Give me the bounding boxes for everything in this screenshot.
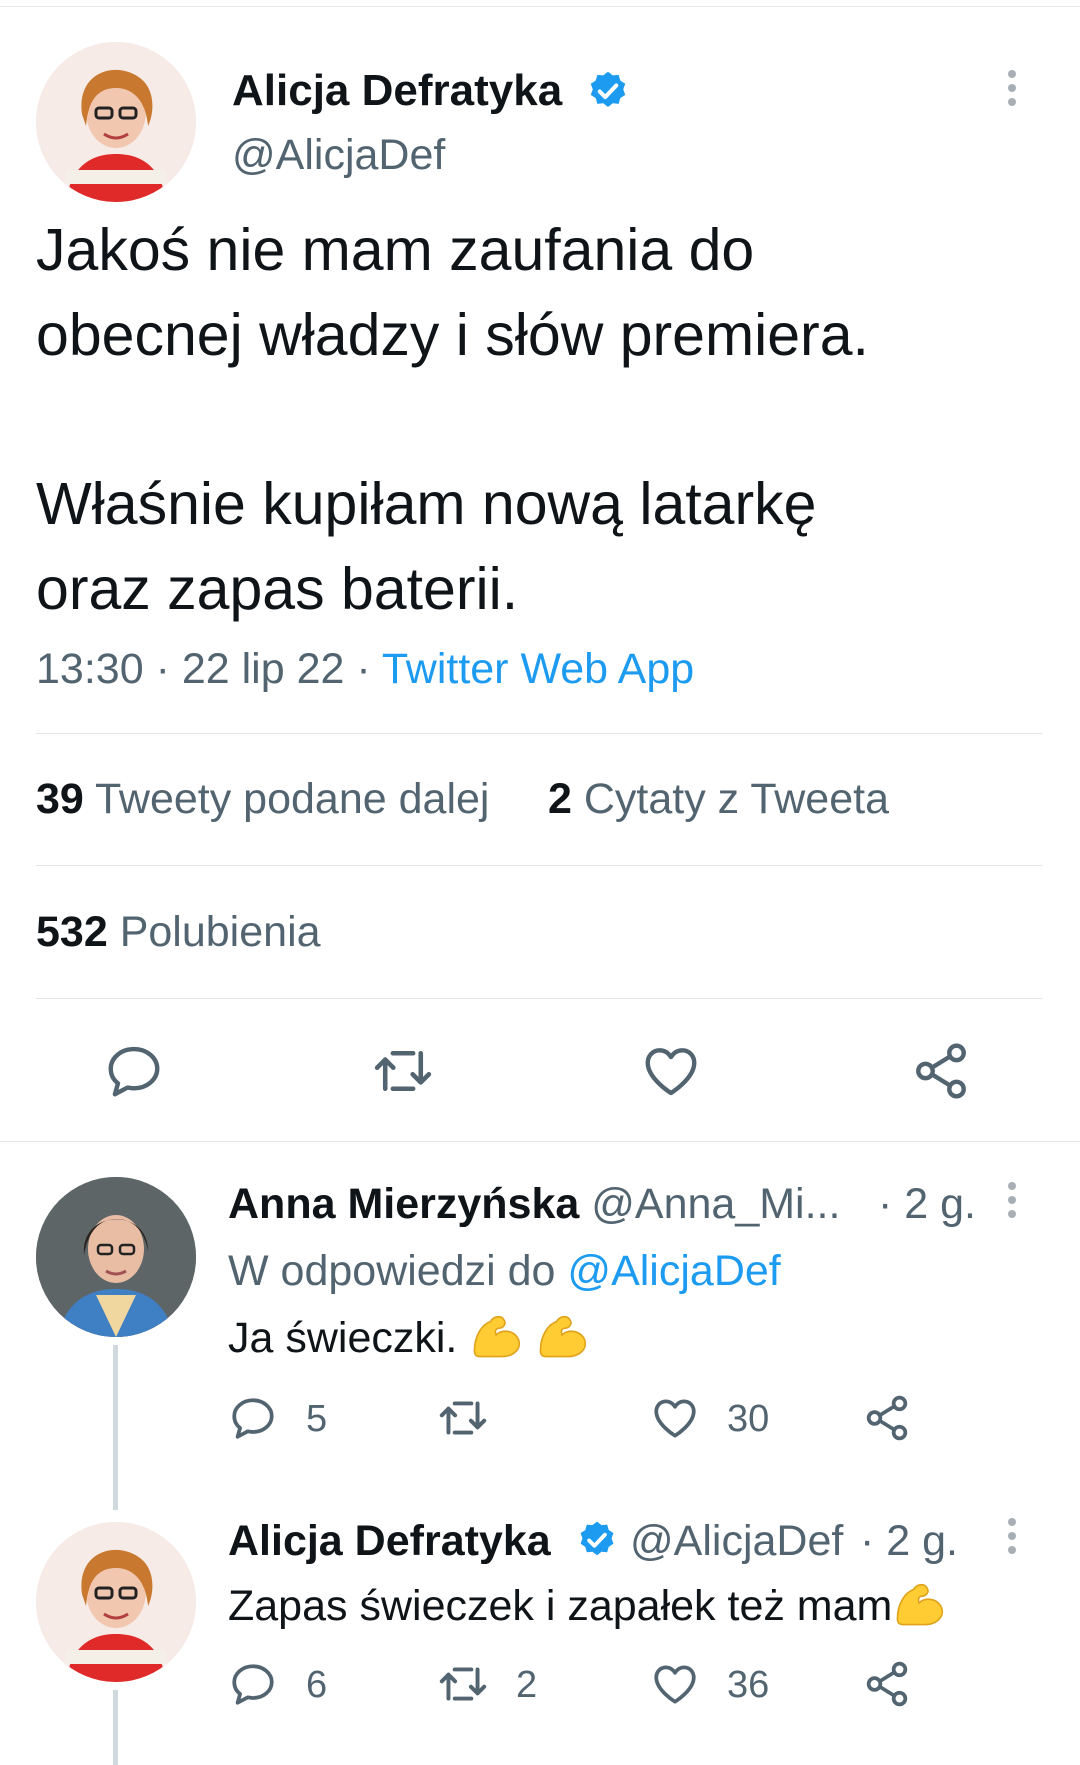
like-icon [654, 1399, 696, 1438]
thread-line [113, 1690, 118, 1765]
more-options-icon[interactable] [1006, 1518, 1018, 1560]
retweet-count: 2 [516, 1664, 538, 1706]
reply-icon [108, 1046, 160, 1097]
reply-header: Alicja Defratyka [228, 1517, 551, 1566]
section-divider [0, 1141, 1080, 1142]
share-button[interactable] [862, 1659, 912, 1709]
like-button[interactable] [640, 1040, 702, 1102]
like-icon [645, 1048, 697, 1096]
more-options-icon[interactable] [1006, 1182, 1018, 1224]
reply-count: 5 [306, 1398, 328, 1440]
share-button[interactable] [862, 1393, 912, 1443]
tweet-source-link[interactable]: Twitter Web App [382, 645, 694, 693]
like-icon [654, 1665, 696, 1704]
retweet-icon [439, 1667, 487, 1701]
quotes-stat[interactable]: 2 Cytaty z Tweeta [548, 775, 889, 824]
main-author-name[interactable]: Alicja Defratyka [232, 66, 562, 116]
retweet-icon [374, 1050, 432, 1092]
share-button[interactable] [910, 1040, 972, 1102]
reply-header: Anna Mierzyńska @Anna_Mi... [228, 1180, 840, 1229]
reply-button[interactable] [103, 1040, 165, 1102]
retweets-stat[interactable]: 39 Tweety podane dalej [36, 775, 489, 824]
reply-author-avatar[interactable] [36, 1177, 196, 1337]
likes-stat[interactable]: 532 Polubienia [36, 908, 321, 957]
retweet-icon [439, 1401, 487, 1435]
divider [36, 865, 1042, 866]
reply-author-avatar[interactable] [36, 1522, 196, 1682]
share-icon [866, 1395, 908, 1441]
verified-badge-icon [586, 69, 630, 118]
share-icon [866, 1661, 908, 1707]
like-count: 30 [727, 1398, 770, 1440]
likes-count: 532 [36, 908, 108, 956]
reply-author-name[interactable]: Anna Mierzyńska [228, 1180, 579, 1228]
top-border [0, 0, 1080, 7]
reply-button[interactable] [228, 1393, 278, 1443]
flexed-biceps-emoji [469, 1310, 589, 1371]
retweet-button[interactable] [370, 1040, 436, 1102]
main-author-handle[interactable]: @AlicjaDef [232, 131, 445, 180]
tweet-text-paragraph-2: Właśnie kupiłam nową latarkę oraz zapas … [36, 471, 817, 622]
tweet-time[interactable]: 13:30 [36, 645, 144, 693]
like-button[interactable] [650, 1659, 700, 1709]
replying-to-label: W odpowiedzi do [228, 1247, 556, 1295]
reply-author-handle[interactable]: @Anna_Mi... [591, 1180, 840, 1228]
reply-icon [232, 1398, 274, 1439]
reply-text: Ja świeczki. [228, 1310, 589, 1371]
reply-text: Zapas świeczek i zapałek też mam [228, 1578, 946, 1639]
divider [36, 733, 1042, 734]
replying-to-handle[interactable]: @AlicjaDef [567, 1247, 780, 1295]
meta-separator: · [155, 645, 170, 693]
divider [36, 998, 1042, 999]
reply-count: 6 [306, 1664, 328, 1706]
main-author-avatar[interactable] [36, 42, 196, 202]
retweet-button[interactable] [436, 1659, 490, 1709]
reply-icon [232, 1664, 274, 1705]
replying-to: W odpowiedzi do @AlicjaDef [228, 1247, 781, 1296]
retweets-count: 39 [36, 775, 84, 823]
like-button[interactable] [650, 1393, 700, 1443]
retweets-label: Tweety podane dalej [95, 775, 490, 823]
retweet-button[interactable] [436, 1393, 490, 1443]
thread-line [113, 1345, 118, 1510]
tweet-metadata: 13:30 · 22 lip 22 · Twitter Web App [36, 645, 694, 694]
reply-author-handle[interactable]: @AlicjaDef [630, 1517, 843, 1566]
share-icon [916, 1043, 966, 1099]
likes-label: Polubienia [119, 908, 321, 956]
reply-time[interactable]: · 2 g. [860, 1517, 958, 1566]
tweet-text-paragraph-1: Jakoś nie mam zaufania do obecnej władzy… [36, 217, 869, 368]
like-count: 36 [727, 1664, 770, 1706]
meta-separator: · [356, 645, 371, 693]
reply-time[interactable]: · 2 g. [878, 1180, 976, 1229]
quotes-count: 2 [548, 775, 572, 823]
reply-button[interactable] [228, 1659, 278, 1709]
reply-author-name[interactable]: Alicja Defratyka [228, 1517, 551, 1565]
verified-badge-icon [576, 1519, 618, 1566]
tweet-date[interactable]: 22 lip 22 [182, 645, 345, 693]
more-options-icon[interactable] [1006, 70, 1018, 112]
quotes-label: Cytaty z Tweeta [583, 775, 889, 823]
flexed-biceps-emoji [892, 1578, 946, 1639]
